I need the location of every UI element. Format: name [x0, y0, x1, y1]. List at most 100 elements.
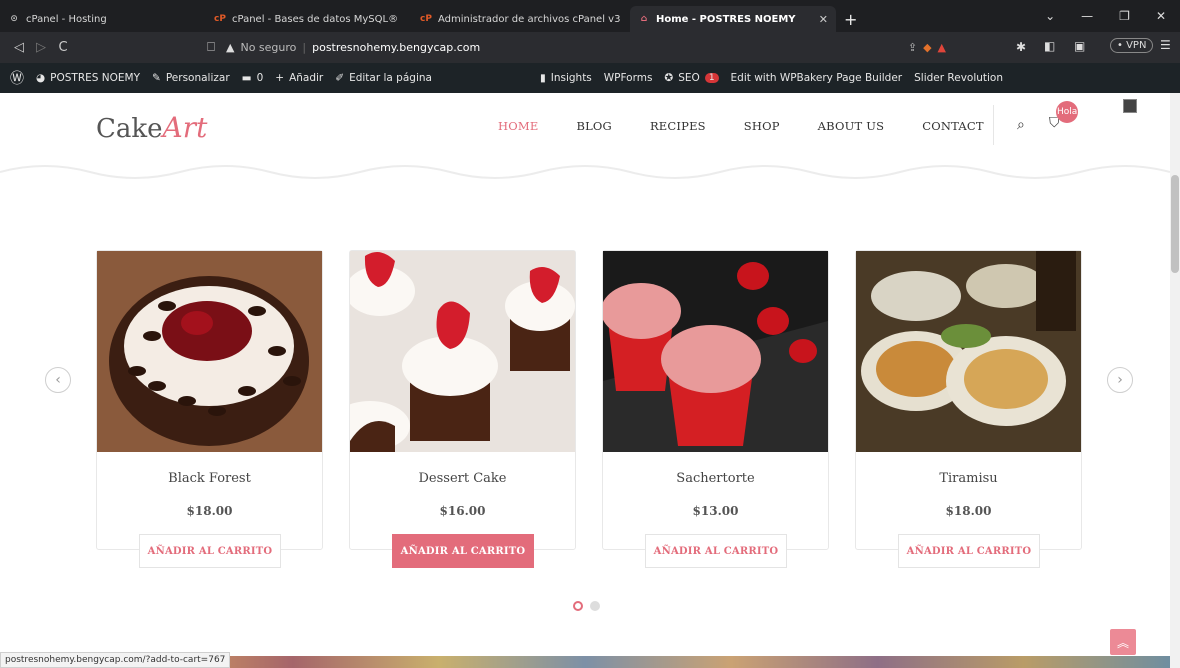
tab-file-manager[interactable]: cP Administrador de archivos cPanel v3: [412, 6, 630, 32]
url-text: postresnohemy.bengycap.com: [312, 41, 481, 54]
product-name[interactable]: Sachertorte: [603, 471, 828, 486]
logo-text: Cake: [96, 114, 163, 144]
add-to-cart-button[interactable]: AÑADIR AL CARRITO: [139, 534, 281, 568]
product-name[interactable]: Black Forest: [97, 471, 322, 486]
site-header: CakeArt HOME BLOG RECIPES SHOP ABOUT US …: [0, 93, 1170, 165]
back-to-top-button[interactable]: ︽: [1110, 629, 1136, 655]
product-card[interactable]: Tiramisu $18.00: [855, 250, 1082, 550]
logo-accent-text: Art: [162, 111, 208, 144]
add-to-cart-button[interactable]: AÑADIR AL CARRITO: [392, 534, 534, 568]
nav-blog[interactable]: BLOG: [576, 119, 612, 133]
dashboard-icon: ◕: [36, 72, 46, 84]
tab-home-postres[interactable]: ⌂ Home - POSTRES NOEMY ✕: [630, 6, 836, 32]
nav-contact[interactable]: CONTACT: [922, 119, 984, 133]
back-icon[interactable]: ◁: [8, 40, 30, 55]
product-price: $16.00: [439, 504, 486, 518]
restore-icon[interactable]: ❐: [1119, 9, 1130, 23]
wave-divider: [0, 165, 1170, 179]
cpanel-icon: cP: [214, 14, 226, 24]
wpbakery-link[interactable]: Edit with WPBakery Page Builder: [725, 72, 909, 84]
main-navigation: HOME BLOG RECIPES SHOP ABOUT US CONTACT: [498, 119, 1022, 133]
tab-title: cPanel - Hosting: [26, 13, 107, 25]
tab-cpanel-mysql[interactable]: cP cPanel - Bases de datos MySQL®: [206, 6, 412, 32]
chevron-down-icon[interactable]: ⌄: [1045, 9, 1055, 23]
site-name-label: POSTRES NOEMY: [50, 72, 141, 84]
browser-status-bar: postresnohemy.bengycap.com/?add-to-cart=…: [0, 652, 231, 668]
customize-link[interactable]: ✎ Personalizar: [146, 72, 236, 84]
seo-icon: ✪: [664, 72, 674, 84]
tab-title: cPanel - Bases de datos MySQL®: [232, 13, 399, 25]
greeting-text: Hola, admin: [1057, 107, 1077, 117]
brush-icon: ✎: [152, 72, 161, 84]
carousel-dot-2[interactable]: [590, 601, 600, 611]
add-new-label: Añadir: [289, 72, 324, 84]
close-window-icon[interactable]: ✕: [1156, 9, 1166, 23]
nav-about-us[interactable]: ABOUT US: [818, 119, 885, 133]
forward-icon[interactable]: ▷: [30, 40, 52, 55]
seo-label: SEO: [678, 72, 700, 84]
bookmark-icon[interactable]: ⎕: [200, 40, 222, 55]
carousel-pagination: [573, 601, 600, 611]
product-image[interactable]: [603, 251, 828, 452]
rewards-icon[interactable]: ▲: [938, 41, 946, 54]
seo-link[interactable]: ✪ SEO 1: [658, 72, 724, 84]
greeting-badge[interactable]: Hola, admin: [1056, 101, 1078, 123]
nav-divider: [993, 105, 994, 145]
product-card[interactable]: Sachertorte $13.00: [602, 250, 829, 550]
security-label: No seguro: [240, 41, 297, 54]
wordpress-icon[interactable]: Ⓦ: [4, 68, 30, 88]
product-card[interactable]: Black Forest $18.00: [96, 250, 323, 550]
add-to-cart-button[interactable]: AÑADIR AL CARRITO: [898, 534, 1040, 568]
url-field[interactable]: ▲ No seguro | postresnohemy.bengycap.com…: [226, 36, 946, 59]
nav-home[interactable]: HOME: [498, 119, 538, 133]
site-name-link[interactable]: ◕ POSTRES NOEMY: [30, 72, 146, 84]
product-name[interactable]: Dessert Cake: [350, 471, 575, 486]
menu-icon[interactable]: ☰: [1160, 38, 1171, 52]
avatar[interactable]: [1123, 99, 1137, 113]
carousel-prev-button[interactable]: ‹: [45, 367, 71, 393]
nav-recipes[interactable]: RECIPES: [650, 119, 706, 133]
cpanel-icon: cP: [420, 14, 432, 24]
site-logo[interactable]: CakeArt: [96, 111, 207, 144]
cpanel-hosting-icon: ⊙: [10, 14, 18, 24]
add-to-cart-button[interactable]: AÑADIR AL CARRITO: [645, 534, 787, 568]
nav-shop[interactable]: SHOP: [744, 119, 780, 133]
reload-icon[interactable]: C: [52, 40, 74, 55]
new-tab-button[interactable]: +: [836, 6, 866, 32]
comment-icon: ▬: [241, 72, 252, 84]
search-icon[interactable]: ⌕: [1017, 117, 1025, 133]
product-image[interactable]: [97, 251, 322, 452]
close-tab-icon[interactable]: ✕: [819, 13, 828, 26]
wpforms-link[interactable]: WPForms: [598, 72, 659, 84]
product-name[interactable]: Tiramisu: [856, 471, 1081, 486]
vpn-button[interactable]: • VPN: [1110, 38, 1154, 53]
product-image[interactable]: [856, 251, 1081, 452]
bar-chart-icon: ▮: [539, 72, 546, 84]
edit-page-link[interactable]: ✐ Editar la página: [329, 72, 438, 84]
scrollbar-thumb[interactable]: [1171, 175, 1179, 273]
product-image[interactable]: [350, 251, 575, 452]
brave-shield-icon[interactable]: ◆: [923, 41, 931, 54]
extensions-icon[interactable]: ✱: [1016, 40, 1026, 54]
carousel-next-button[interactable]: ›: [1107, 367, 1133, 393]
product-price: $13.00: [692, 504, 739, 518]
share-icon[interactable]: ⇪: [908, 41, 917, 54]
tab-title: Administrador de archivos cPanel v3: [438, 13, 621, 25]
tab-cpanel-hosting[interactable]: ⊙ cPanel - Hosting: [0, 6, 206, 32]
product-card[interactable]: Dessert Cake $16.00: [349, 250, 576, 550]
minimize-icon[interactable]: —: [1081, 9, 1093, 23]
add-new-link[interactable]: + Añadir: [269, 72, 329, 84]
comments-link[interactable]: ▬ 0: [236, 72, 270, 84]
seo-badge: 1: [704, 73, 719, 83]
tab-title: Home - POSTRES NOEMY: [656, 13, 796, 25]
window-controls: ⌄ — ❐ ✕: [1045, 0, 1180, 32]
slider-revolution-link[interactable]: Slider Revolution: [908, 72, 1009, 84]
comments-count: 0: [256, 72, 264, 84]
wallet-icon[interactable]: ▣: [1074, 39, 1085, 53]
carousel-dot-1[interactable]: [573, 601, 583, 611]
insights-link[interactable]: ▮ Insights: [534, 72, 598, 84]
insights-label: Insights: [550, 72, 592, 84]
sidebar-icon[interactable]: ◧: [1044, 39, 1055, 53]
wp-admin-bar: Ⓦ ◕ POSTRES NOEMY ✎ Personalizar ▬ 0 + A…: [0, 63, 1180, 93]
edit-page-label: Editar la página: [349, 72, 432, 84]
